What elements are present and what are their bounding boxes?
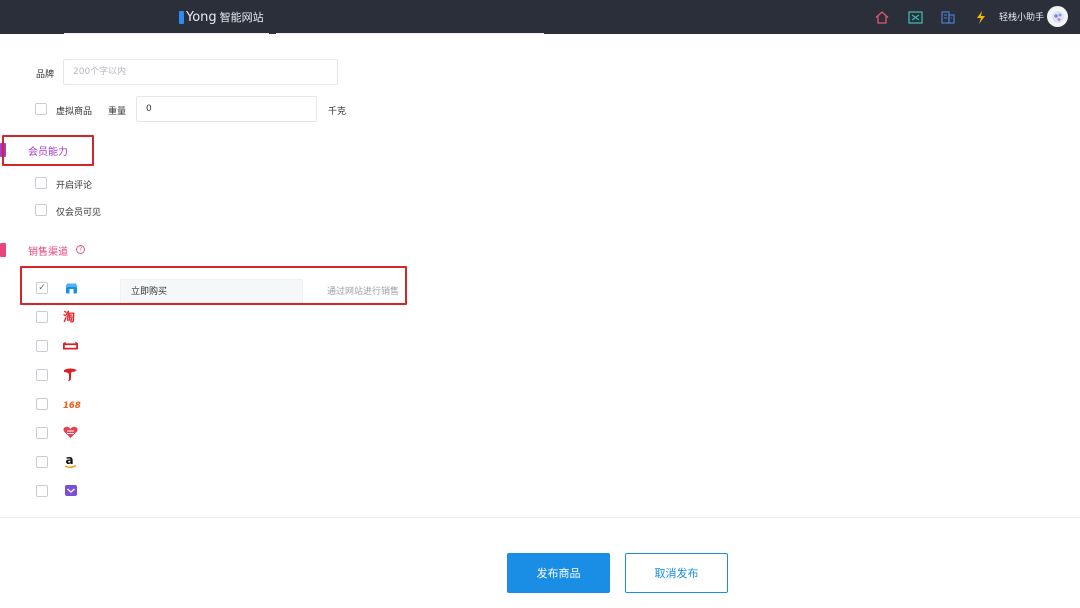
publish-button[interactable]: 发布商品 xyxy=(507,553,610,593)
brand-mark-icon xyxy=(179,10,184,24)
store-icon xyxy=(64,281,79,296)
question-circle-icon[interactable]: ? xyxy=(76,245,85,254)
taobao-icon: 淘 xyxy=(63,309,78,324)
sales-section-title: 销售渠道 xyxy=(28,247,68,258)
top-bar: Yong 智能网站 轻栈小助手 xyxy=(0,0,1080,34)
channel-row: ✓ 立即购买 通过网站进行销售 xyxy=(20,273,410,305)
cancel-publish-button[interactable]: 取消发布 xyxy=(625,553,728,593)
brand-input[interactable] xyxy=(63,59,338,85)
channel-checkbox[interactable] xyxy=(36,427,48,439)
comment-label: 开启评论 xyxy=(56,181,93,191)
section-marker xyxy=(0,243,6,257)
divider xyxy=(64,33,269,34)
channel-name[interactable]: 立即购买 xyxy=(120,279,303,305)
home-icon[interactable] xyxy=(874,9,890,25)
building-icon[interactable] xyxy=(940,9,956,25)
weight-unit: 千克 xyxy=(328,107,347,117)
channel-checkbox[interactable] xyxy=(36,340,48,352)
brand-label: 品牌 xyxy=(36,70,55,80)
section-marker xyxy=(0,143,6,157)
helper-label[interactable]: 轻栈小助手 xyxy=(999,10,1044,23)
channel-checkbox[interactable] xyxy=(36,311,48,323)
1688-icon: 1688 xyxy=(63,396,81,411)
channel-checkbox[interactable] xyxy=(36,369,48,381)
weight-label: 重量 xyxy=(108,107,127,117)
weight-input[interactable] xyxy=(136,96,317,122)
channel-checkbox[interactable] xyxy=(36,485,48,497)
divider xyxy=(276,33,544,34)
check-icon: ✓ xyxy=(38,282,46,293)
channel-description: 通过网站进行销售 xyxy=(327,287,400,297)
brand-subtitle: 智能网站 xyxy=(219,11,264,24)
brand-name: Yong xyxy=(186,9,217,25)
comment-checkbox[interactable] xyxy=(35,177,47,189)
divider xyxy=(0,517,1080,518)
brand-logo[interactable]: Yong 智能网站 xyxy=(179,8,264,26)
svg-text:1688: 1688 xyxy=(63,401,81,409)
screen-icon[interactable] xyxy=(907,9,923,25)
channel-checkbox[interactable] xyxy=(36,456,48,468)
jd-icon xyxy=(63,367,78,382)
members-only-label: 仅会员可见 xyxy=(56,208,102,218)
avatar[interactable] xyxy=(1047,6,1068,27)
svg-text:淘: 淘 xyxy=(63,309,75,324)
virtual-label: 虚拟商品 xyxy=(56,107,93,117)
youzan-icon xyxy=(63,425,78,440)
channel-checkbox[interactable]: ✓ xyxy=(36,282,48,294)
member-section-title: 会员能力 xyxy=(28,147,68,158)
svg-text:a: a xyxy=(66,453,74,467)
channel-checkbox[interactable] xyxy=(36,398,48,410)
members-only-checkbox[interactable] xyxy=(35,204,47,216)
amazon-icon: a xyxy=(63,453,78,468)
lightning-icon[interactable] xyxy=(973,9,989,25)
tmall-icon xyxy=(63,338,78,353)
weidian-icon xyxy=(63,483,78,498)
virtual-checkbox[interactable] xyxy=(35,103,47,115)
